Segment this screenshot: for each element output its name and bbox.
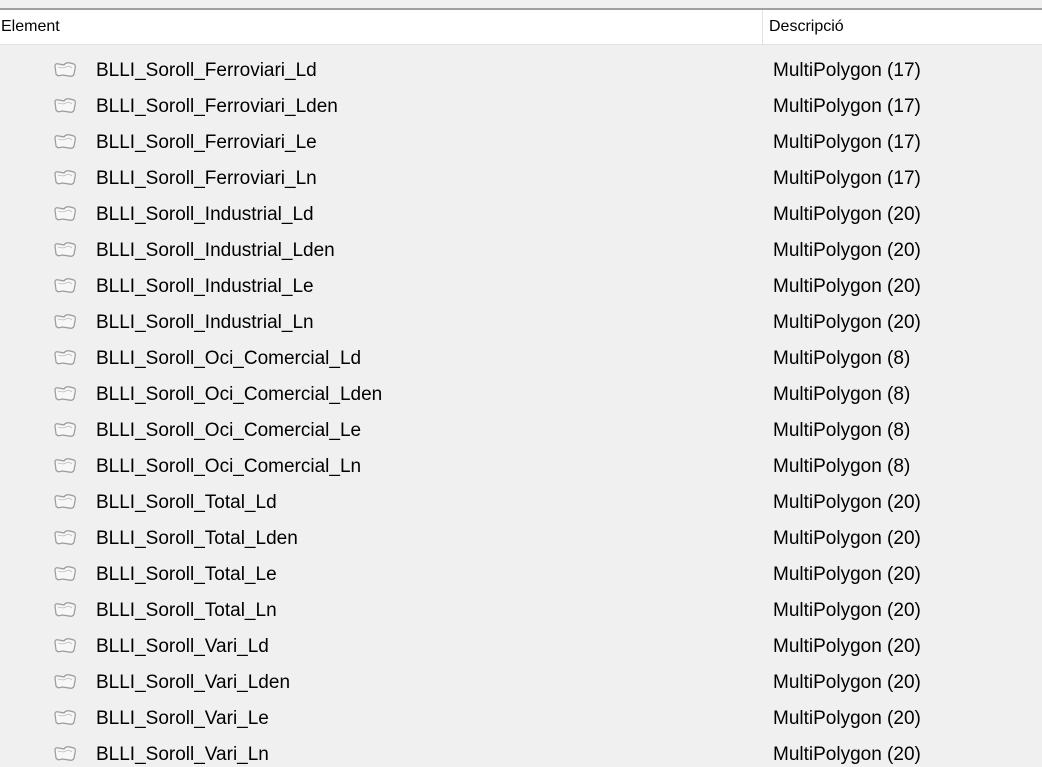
layer-row[interactable]: BLLI_Soroll_Industrial_Ld MultiPolygon (2…: [0, 197, 1042, 233]
layer-name[interactable]: BLLI_Soroll_Vari_Ln: [96, 737, 269, 767]
layer-row[interactable]: BLLI_Soroll_Vari_Lden MultiPolygon (20): [0, 665, 1042, 701]
polygon-layer-icon: [53, 457, 77, 475]
layer-list: BLLI_Soroll_Ferroviari_Ld MultiPolygon (1…: [0, 53, 1042, 767]
layer-row[interactable]: BLLI_Soroll_Oci_Comercial_Lden MultiPolyg…: [0, 377, 1042, 413]
layer-description: MultiPolygon (20): [773, 708, 921, 729]
layer-description: MultiPolygon (8): [773, 420, 911, 441]
layer-row[interactable]: BLLI_Soroll_Ferroviari_Lden MultiPolygon …: [0, 89, 1042, 125]
layer-name[interactable]: BLLI_Soroll_Oci_Comercial_Ln: [96, 449, 361, 485]
layer-row[interactable]: BLLI_Soroll_Ferroviari_Le MultiPolygon (1…: [0, 125, 1042, 161]
layer-name[interactable]: BLLI_Soroll_Total_Le: [96, 557, 277, 593]
layer-description: MultiPolygon (20): [773, 672, 921, 693]
layer-name[interactable]: BLLI_Soroll_Industrial_Le: [96, 269, 314, 305]
layer-name[interactable]: BLLI_Soroll_Ferroviari_Ld: [96, 53, 317, 89]
layer-name[interactable]: BLLI_Soroll_Ferroviari_Lden: [96, 89, 338, 125]
layer-name[interactable]: BLLI_Soroll_Total_Ln: [96, 593, 277, 629]
layer-name[interactable]: BLLI_Soroll_Vari_Le: [96, 701, 269, 737]
layer-name[interactable]: BLLI_Soroll_Total_Ld: [96, 485, 277, 521]
polygon-layer-icon: [53, 493, 77, 511]
layer-row[interactable]: BLLI_Soroll_Vari_Le MultiPolygon (20): [0, 701, 1042, 737]
layer-name[interactable]: BLLI_Soroll_Vari_Lden: [96, 665, 290, 701]
polygon-layer-icon: [53, 529, 77, 547]
layer-row[interactable]: BLLI_Soroll_Vari_Ln MultiPolygon (20): [0, 737, 1042, 767]
layer-row[interactable]: BLLI_Soroll_Total_Ld MultiPolygon (20): [0, 485, 1042, 521]
layer-row[interactable]: BLLI_Soroll_Oci_Comercial_Ln MultiPolygon…: [0, 449, 1042, 485]
layer-description: MultiPolygon (20): [773, 636, 921, 657]
layer-row[interactable]: BLLI_Soroll_Industrial_Lden MultiPolygon …: [0, 233, 1042, 269]
polygon-layer-icon: [53, 313, 77, 331]
polygon-layer-icon: [53, 709, 77, 727]
layer-description: MultiPolygon (17): [773, 132, 921, 153]
layer-description: MultiPolygon (17): [773, 168, 921, 189]
layer-description: MultiPolygon (20): [773, 240, 921, 261]
layer-name[interactable]: BLLI_Soroll_Industrial_Ld: [96, 197, 314, 233]
layer-description: MultiPolygon (17): [773, 96, 921, 117]
layer-row[interactable]: BLLI_Soroll_Total_Le MultiPolygon (20): [0, 557, 1042, 593]
column-header-description[interactable]: Descripció: [762, 10, 1042, 44]
polygon-layer-icon: [53, 97, 77, 115]
layer-description: MultiPolygon (20): [773, 744, 921, 765]
polygon-layer-icon: [53, 169, 77, 187]
layer-name[interactable]: BLLI_Soroll_Vari_Ld: [96, 629, 269, 665]
polygon-layer-icon: [53, 133, 77, 151]
column-header: Element Descripció: [0, 10, 1042, 45]
layer-row[interactable]: BLLI_Soroll_Industrial_Ln MultiPolygon (2…: [0, 305, 1042, 341]
layer-description: MultiPolygon (8): [773, 348, 911, 369]
layer-description: MultiPolygon (20): [773, 564, 921, 585]
polygon-layer-icon: [53, 637, 77, 655]
layer-name[interactable]: BLLI_Soroll_Ferroviari_Le: [96, 125, 317, 161]
layer-description: MultiPolygon (8): [773, 384, 911, 405]
layer-description: MultiPolygon (20): [773, 492, 921, 513]
layer-row[interactable]: BLLI_Soroll_Oci_Comercial_Le MultiPolygon…: [0, 413, 1042, 449]
layer-row[interactable]: BLLI_Soroll_Total_Ln MultiPolygon (20): [0, 593, 1042, 629]
polygon-layer-icon: [53, 601, 77, 619]
polygon-layer-icon: [53, 241, 77, 259]
polygon-layer-icon: [53, 745, 77, 763]
layer-description: MultiPolygon (20): [773, 276, 921, 297]
layer-row[interactable]: BLLI_Soroll_Oci_Comercial_Ld MultiPolygon…: [0, 341, 1042, 377]
layer-row[interactable]: BLLI_Soroll_Vari_Ld MultiPolygon (20): [0, 629, 1042, 665]
polygon-layer-icon: [53, 385, 77, 403]
layer-name[interactable]: BLLI_Soroll_Oci_Comercial_Lden: [96, 377, 382, 413]
layer-name[interactable]: BLLI_Soroll_Oci_Comercial_Le: [96, 413, 361, 449]
layer-name[interactable]: BLLI_Soroll_Oci_Comercial_Ld: [96, 341, 361, 377]
layer-name[interactable]: BLLI_Soroll_Ferroviari_Ln: [96, 161, 317, 197]
layer-description: MultiPolygon (17): [773, 60, 921, 81]
polygon-layer-icon: [53, 61, 77, 79]
polygon-layer-icon: [53, 421, 77, 439]
layer-description: MultiPolygon (20): [773, 600, 921, 621]
polygon-layer-icon: [53, 205, 77, 223]
layer-row[interactable]: BLLI_Soroll_Industrial_Le MultiPolygon (2…: [0, 269, 1042, 305]
layer-description: MultiPolygon (8): [773, 456, 911, 477]
layer-description: MultiPolygon (20): [773, 204, 921, 225]
layer-browser-panel: Element Descripció BLLI_Soroll_Ferroviar…: [0, 0, 1042, 767]
polygon-layer-icon: [53, 277, 77, 295]
layer-description: MultiPolygon (20): [773, 312, 921, 333]
column-header-element[interactable]: Element: [0, 10, 761, 44]
layer-row[interactable]: BLLI_Soroll_Ferroviari_Ln MultiPolygon (1…: [0, 161, 1042, 197]
polygon-layer-icon: [53, 349, 77, 367]
layer-name[interactable]: BLLI_Soroll_Industrial_Ln: [96, 305, 314, 341]
layer-row[interactable]: BLLI_Soroll_Ferroviari_Ld MultiPolygon (1…: [0, 53, 1042, 89]
polygon-layer-icon: [53, 673, 77, 691]
layer-name[interactable]: BLLI_Soroll_Industrial_Lden: [96, 233, 335, 269]
layer-description: MultiPolygon (20): [773, 528, 921, 549]
polygon-layer-icon: [53, 565, 77, 583]
layer-row[interactable]: BLLI_Soroll_Total_Lden MultiPolygon (20): [0, 521, 1042, 557]
layer-name[interactable]: BLLI_Soroll_Total_Lden: [96, 521, 298, 557]
